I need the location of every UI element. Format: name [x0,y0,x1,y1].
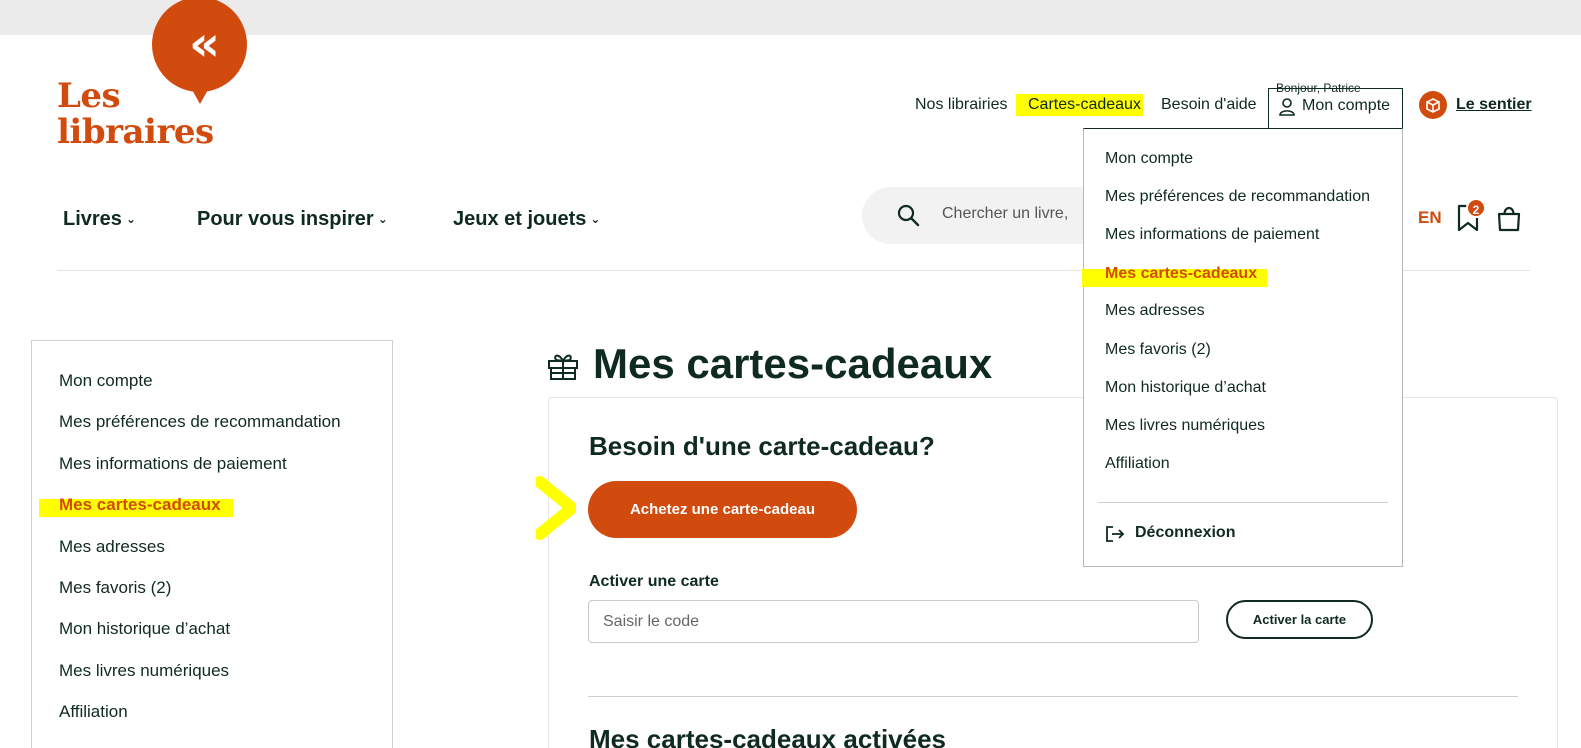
nav-jeux-label: Jeux et jouets [453,208,587,230]
nav-livres-label: Livres [63,208,122,230]
dropdown-item-cartes-cadeaux[interactable]: Mes cartes-cadeaux [1105,264,1257,284]
sidebar-item-mon-compte[interactable]: Mon compte [59,370,153,392]
highlight-arrow-icon [536,476,576,540]
sidebar-item-historique[interactable]: Mon historique d’achat [59,618,230,640]
link-besoin-aide[interactable]: Besoin d'aide [1161,94,1257,116]
link-cartes-cadeaux[interactable]: Cartes-cadeaux [1016,94,1143,116]
sidebar-item-preferences[interactable]: Mes préférences de recommandation [59,411,341,433]
sidebar-item-livres-numeriques[interactable]: Mes livres numériques [59,660,229,682]
chevron-down-icon: ⌄ [125,212,136,226]
sentier-icon[interactable] [1419,91,1447,119]
sidebar-item-affiliation[interactable]: Affiliation [59,701,128,723]
sidebar-item-paiement[interactable]: Mes informations de paiement [59,453,287,475]
chevron-down-icon: ⌄ [590,212,601,226]
account-greeting: Bonjour, Patrice [1276,81,1361,95]
nav-pour-vous-inspirer[interactable]: Pour vous inspirer ⌄ [197,208,388,231]
dropdown-item-affiliation[interactable]: Affiliation [1105,454,1170,474]
sidebar-item-adresses[interactable]: Mes adresses [59,536,165,558]
dropdown-divider [1098,502,1388,503]
activated-cards-heading: Mes cartes-cadeaux activées [589,724,947,748]
link-le-sentier[interactable]: Le sentier [1456,96,1532,114]
logo-line-2: libraires [57,112,214,152]
logout-icon [1106,526,1125,542]
dropdown-item-adresses[interactable]: Mes adresses [1105,301,1205,321]
account-label[interactable]: Mon compte [1302,97,1390,115]
search-input[interactable] [942,205,1082,223]
buy-gift-card-button[interactable]: Achetez une carte-cadeau [588,481,857,538]
dropdown-item-mon-compte[interactable]: Mon compte [1105,149,1193,169]
dropdown-item-historique[interactable]: Mon historique d’achat [1105,378,1266,398]
logo-text: Les libraires [57,78,214,150]
nav-livres[interactable]: Livres ⌄ [63,208,136,231]
dropdown-item-preferences[interactable]: Mes préférences de recommandation [1105,187,1370,207]
shopping-bag-icon[interactable] [1496,204,1522,232]
content-divider [588,696,1518,697]
gift-icon [548,354,578,380]
need-gift-card-heading: Besoin d'une carte-cadeau? [589,431,935,461]
activate-card-label: Activer une carte [589,573,719,590]
nav-jeux-et-jouets[interactable]: Jeux et jouets ⌄ [453,208,600,231]
chevron-down-icon: ⌄ [377,212,388,226]
nav-inspirer-label: Pour vous inspirer [197,208,374,230]
activate-card-button[interactable]: Activer la carte [1226,600,1373,639]
link-nos-librairies[interactable]: Nos librairies [915,94,1007,116]
bookmark-count-badge: 2 [1466,198,1486,218]
logout-link[interactable]: Déconnexion [1135,524,1235,542]
logo-chevrons-icon: « [188,16,220,72]
search-icon[interactable] [896,203,920,227]
logo-line-1: Les [57,76,121,116]
page-title: Mes cartes-cadeaux [593,340,993,387]
user-icon [1279,98,1295,116]
sidebar-item-cartes-cadeaux[interactable]: Mes cartes-cadeaux [59,494,221,516]
dropdown-item-favoris[interactable]: Mes favoris (2) [1105,340,1211,360]
gift-code-input[interactable] [588,600,1199,643]
language-toggle[interactable]: EN [1418,208,1442,228]
dropdown-item-paiement[interactable]: Mes informations de paiement [1105,225,1319,245]
sidebar-item-favoris[interactable]: Mes favoris (2) [59,577,171,599]
dropdown-item-livres-numeriques[interactable]: Mes livres numériques [1105,416,1265,436]
